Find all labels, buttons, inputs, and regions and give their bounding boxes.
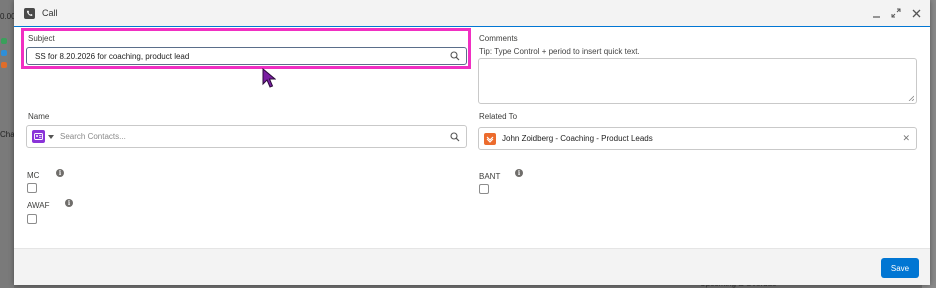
info-icon[interactable]: i [56,169,64,177]
comments-textarea[interactable] [478,58,917,104]
name-lookup[interactable]: Search Contacts... [26,125,467,148]
background-status-dot [1,62,7,68]
comments-label: Comments [479,34,518,43]
mouse-cursor-icon [262,68,276,88]
search-icon[interactable] [450,51,460,61]
clear-selection-icon[interactable]: ✕ [902,133,910,144]
subject-value: SS for 8.20.2026 for coaching, product l… [35,51,190,61]
subject-input[interactable]: SS for 8.20.2026 for coaching, product l… [26,47,467,65]
modal-title: Call [42,8,58,18]
comments-tip: Tip: Type Control + period to insert qui… [479,47,640,56]
bant-checkbox[interactable] [479,184,489,194]
minimize-icon[interactable] [870,6,882,20]
modal-header: Call [14,0,930,27]
mc-checkbox[interactable] [27,183,37,193]
awaf-label: AWAF [27,201,50,210]
save-button[interactable]: Save [881,258,919,278]
modal-footer: Save [14,248,930,285]
name-search-input[interactable]: Search Contacts... [60,132,450,141]
related-to-lookup[interactable]: John Zoidberg - Coaching - Product Leads… [478,127,917,150]
contact-icon[interactable] [32,130,45,143]
mc-label: MC [27,171,40,180]
info-icon[interactable]: i [65,199,73,207]
close-icon[interactable] [910,6,922,20]
background-status-dot [1,50,7,56]
resize-grip-icon[interactable] [908,95,914,101]
bant-label: BANT [479,172,501,181]
expand-icon[interactable] [890,6,902,20]
call-modal: Call Subject SS for 8.20.2026 for coachi… [14,0,930,285]
search-icon[interactable] [450,131,460,142]
opportunity-icon [484,132,496,145]
info-icon[interactable]: i [515,169,523,177]
related-to-label: Related To [479,112,518,121]
awaf-checkbox[interactable] [27,214,37,224]
background-status-dot [1,38,7,44]
related-to-value: John Zoidberg - Coaching - Product Leads [502,134,653,143]
background-fragment: Cha [0,130,15,139]
name-label: Name [28,112,50,121]
phone-icon [24,8,35,19]
subject-label: Subject [28,34,55,43]
chevron-down-icon[interactable] [48,134,54,139]
